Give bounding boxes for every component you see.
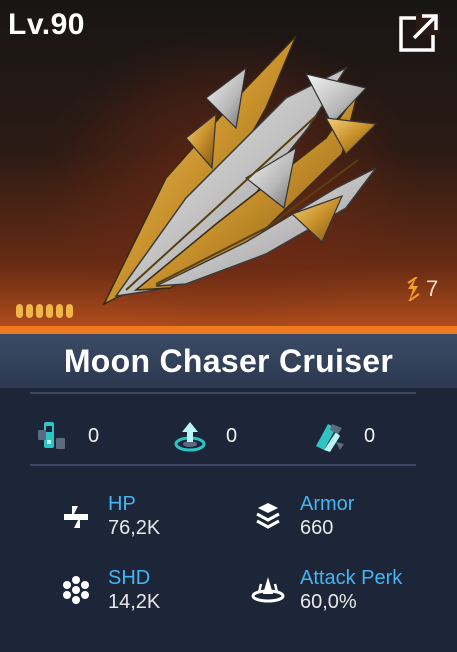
divider-bottom [30,464,416,466]
upgrade-slot-value: 0 [226,424,238,447]
stat-label-armor: Armor [300,493,355,515]
tier-pip [16,304,23,318]
upgrade-slot[interactable]: 0 [172,418,237,454]
stat-attack-perk: Attack Perk 60,0% [250,566,402,614]
shield-hex-icon [58,572,94,608]
stat-label-hp: HP [108,493,136,515]
stat-shd: SHD 14,2K [58,566,160,614]
upgrade-slot-icon [174,422,206,452]
stat-label-shd: SHD [108,567,151,589]
stat-value-attack-perk: 60,0% [300,591,357,613]
tier-pip [36,304,43,318]
tier-pip [46,304,53,318]
expand-icon[interactable] [398,12,440,54]
energy-cost: 7 [406,276,438,302]
tier-pip [66,304,73,318]
stat-hp: HP 76,2K [58,492,160,540]
ship-name: Moon Chaser Cruiser [63,342,394,379]
rarity-bar [0,326,457,334]
ship-art-panel: Lv.90 7 [0,0,457,334]
hp-cross-icon [58,498,94,534]
module-slot-value: 0 [88,424,100,447]
stat-armor: Armor 660 [250,492,354,540]
drone-slot-icon [316,424,344,452]
stat-value-hp: 76,2K [108,517,161,539]
drone-slot[interactable]: 0 [310,418,375,454]
tier-pip [56,304,63,318]
module-slot[interactable]: 0 [34,418,99,454]
module-slot-icon [38,422,65,449]
stat-value-armor: 660 [300,517,334,539]
armor-layers-icon [250,498,286,534]
name-band: Moon Chaser Cruiser [0,334,457,388]
ship-image [102,35,378,306]
drone-slot-value: 0 [364,424,376,447]
stat-label-attack-perk: Attack Perk [300,567,403,589]
divider-top [30,392,416,394]
energy-value: 7 [426,276,439,301]
attack-perk-icon [250,572,286,608]
energy-bolt-icon [407,277,420,301]
ship-level: Lv.90 [8,8,85,41]
tier-pips [16,304,73,318]
tier-pip [26,304,33,318]
ship-card: Lv.90 7 Moon Chaser Cruiser 0 0 0 HP 76,… [0,0,457,652]
stat-value-shd: 14,2K [108,591,161,613]
